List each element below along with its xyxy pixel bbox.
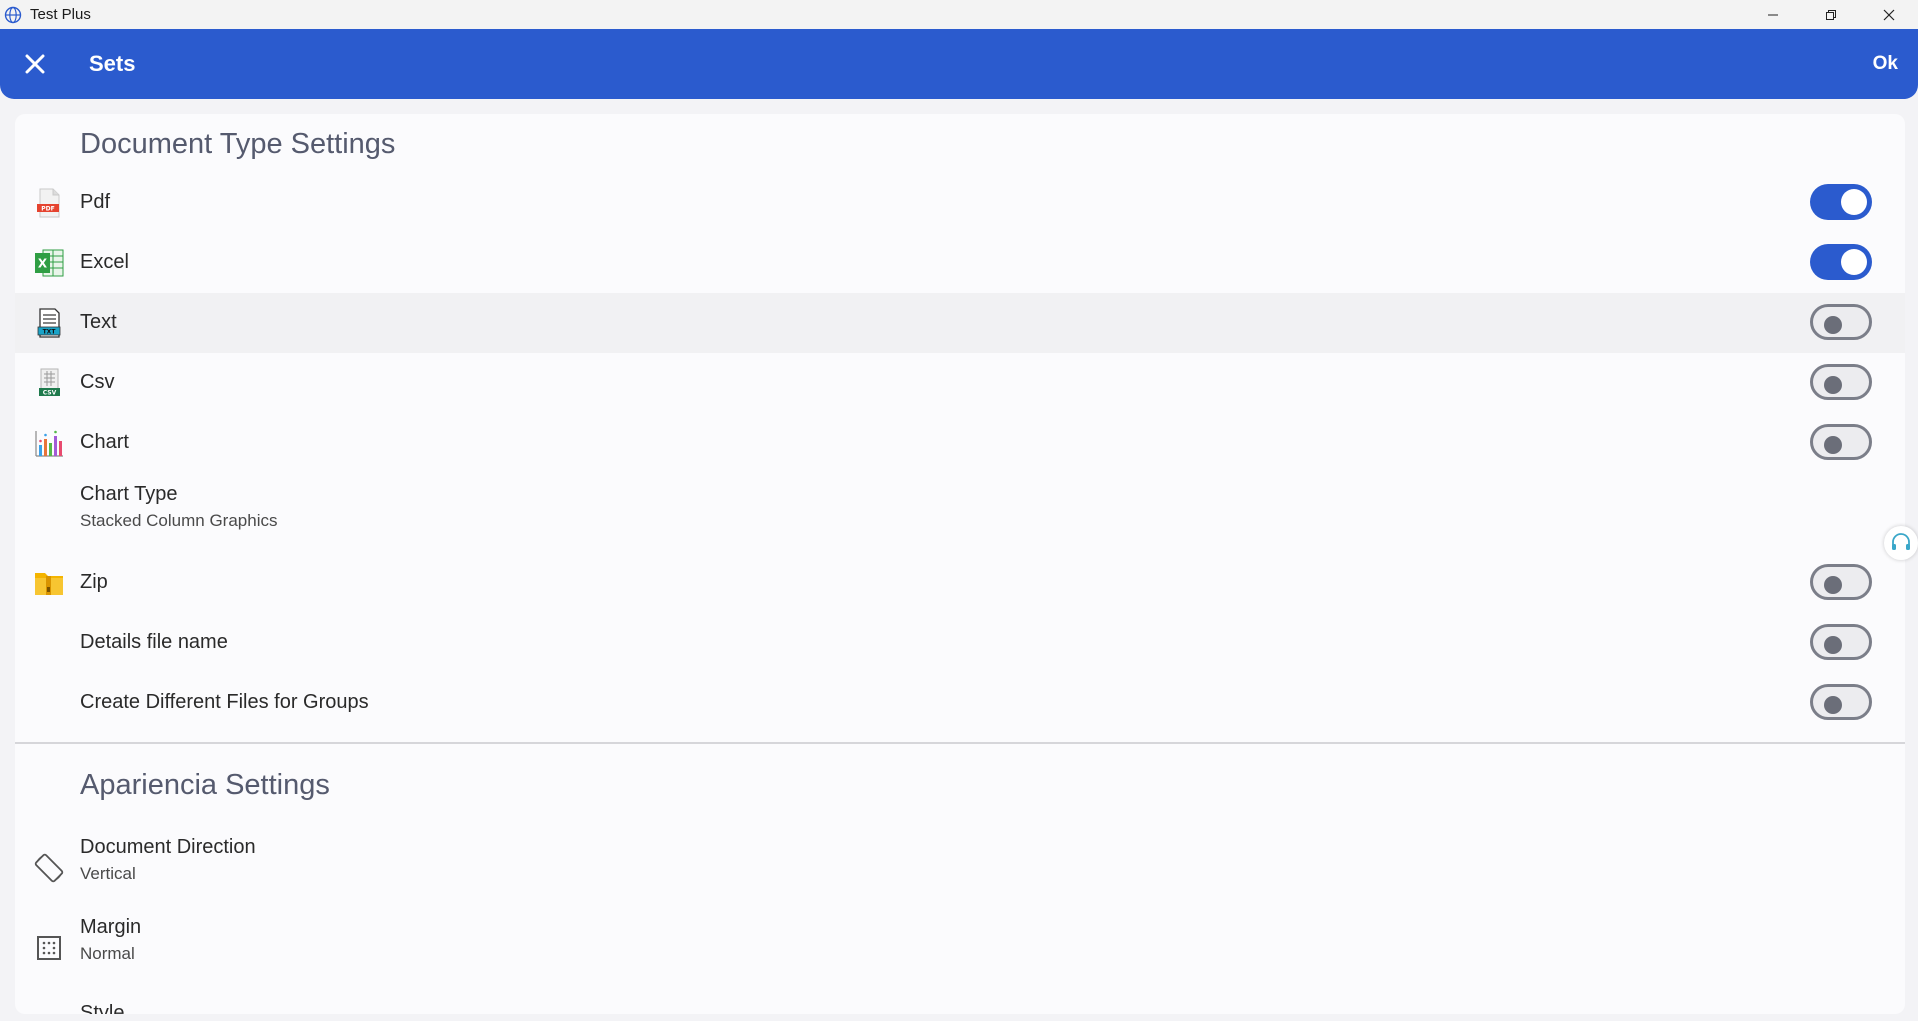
setting-label: Text bbox=[80, 311, 117, 333]
chart-type-value: Stacked Column Graphics bbox=[80, 511, 278, 530]
csv-file-icon: CSV bbox=[39, 368, 60, 397]
setting-label: Csv bbox=[80, 371, 115, 393]
setting-label: Margin bbox=[80, 916, 142, 938]
bar-chart-icon bbox=[35, 430, 63, 457]
minimize-icon bbox=[1768, 14, 1778, 15]
app-header: Sets Ok bbox=[0, 29, 1918, 99]
details-file-name-toggle[interactable] bbox=[1810, 624, 1872, 660]
headset-icon bbox=[1892, 533, 1910, 550]
toggle-knob bbox=[1824, 316, 1842, 334]
setting-row-chart: Chart bbox=[15, 413, 1905, 473]
close-window-icon bbox=[1883, 9, 1895, 20]
margin-grid-icon bbox=[37, 936, 61, 960]
setting-label: Zip bbox=[80, 571, 108, 593]
setting-label: Details file name bbox=[80, 631, 228, 653]
toggle-knob bbox=[1824, 436, 1842, 454]
setting-row-different-files: Create Different Files for Groups bbox=[15, 673, 1905, 733]
svg-text:PDF: PDF bbox=[41, 206, 54, 213]
setting-row-csv: CSV Csv bbox=[15, 353, 1905, 413]
csv-toggle[interactable] bbox=[1810, 364, 1872, 400]
toggle-knob bbox=[1824, 376, 1842, 394]
setting-label: Document Direction bbox=[80, 836, 256, 858]
toggle-knob bbox=[1824, 696, 1842, 714]
setting-label: Style bbox=[80, 1002, 125, 1014]
toggle-knob bbox=[1824, 636, 1842, 654]
toggle-knob bbox=[1841, 249, 1867, 275]
setting-row-document-direction[interactable]: Document Direction Vertical bbox=[15, 826, 1905, 906]
section-title-appearance: Apariencia Settings bbox=[80, 769, 330, 801]
document-direction-value: Vertical bbox=[80, 864, 136, 883]
setting-label: Chart bbox=[80, 431, 129, 453]
chart-toggle[interactable] bbox=[1810, 424, 1872, 460]
setting-row-pdf: PDF Pdf bbox=[15, 173, 1905, 233]
restore-icon bbox=[1826, 9, 1836, 20]
setting-label: Pdf bbox=[80, 191, 111, 213]
pdf-file-icon: PDF bbox=[37, 188, 60, 218]
setting-row-excel: X Excel bbox=[15, 233, 1905, 293]
close-window-button[interactable] bbox=[1860, 0, 1918, 29]
window-title: Test Plus bbox=[30, 6, 91, 23]
assistant-button[interactable] bbox=[1884, 526, 1918, 560]
excel-file-icon: X bbox=[35, 249, 64, 277]
setting-row-zip: Zip bbox=[15, 553, 1905, 613]
setting-row-margin[interactable]: Margin Normal bbox=[15, 906, 1905, 986]
settings-card: Document Type Settings PDF Pdf X Excel T… bbox=[15, 114, 1905, 1014]
svg-text:TXT: TXT bbox=[43, 329, 57, 336]
close-icon bbox=[25, 54, 45, 74]
style-icon bbox=[33, 1006, 65, 1014]
zip-folder-icon bbox=[35, 573, 63, 595]
section-divider bbox=[15, 742, 1905, 744]
page-title: Sets bbox=[89, 51, 136, 76]
setting-label: Chart Type bbox=[80, 483, 178, 505]
toggle-knob bbox=[1824, 576, 1842, 594]
section-title-document-type: Document Type Settings bbox=[80, 128, 396, 160]
svg-text:CSV: CSV bbox=[43, 390, 57, 397]
restore-button[interactable] bbox=[1802, 0, 1860, 29]
text-toggle[interactable] bbox=[1810, 304, 1872, 340]
setting-row-style[interactable]: Style bbox=[15, 986, 1905, 1014]
setting-row-chart-type[interactable]: Chart Type Stacked Column Graphics bbox=[15, 473, 1905, 553]
window-title-bar: Test Plus bbox=[0, 0, 1918, 29]
different-files-toggle[interactable] bbox=[1810, 684, 1872, 720]
text-file-icon: TXT bbox=[37, 308, 61, 338]
ok-button[interactable]: Ok bbox=[1873, 53, 1898, 75]
margin-value: Normal bbox=[80, 944, 135, 963]
setting-row-details-file-name: Details file name bbox=[15, 613, 1905, 673]
svg-text:X: X bbox=[38, 257, 48, 271]
close-dialog-button[interactable] bbox=[20, 49, 50, 79]
rotate-screen-icon bbox=[34, 853, 64, 883]
excel-toggle[interactable] bbox=[1810, 244, 1872, 280]
zip-toggle[interactable] bbox=[1810, 564, 1872, 600]
pdf-toggle[interactable] bbox=[1810, 184, 1872, 220]
app-globe-icon bbox=[4, 6, 22, 23]
setting-label: Create Different Files for Groups bbox=[80, 691, 369, 713]
toggle-knob bbox=[1841, 189, 1867, 215]
setting-row-text: TXT Text bbox=[15, 293, 1905, 353]
minimize-button[interactable] bbox=[1744, 0, 1802, 29]
setting-label: Excel bbox=[80, 251, 129, 273]
